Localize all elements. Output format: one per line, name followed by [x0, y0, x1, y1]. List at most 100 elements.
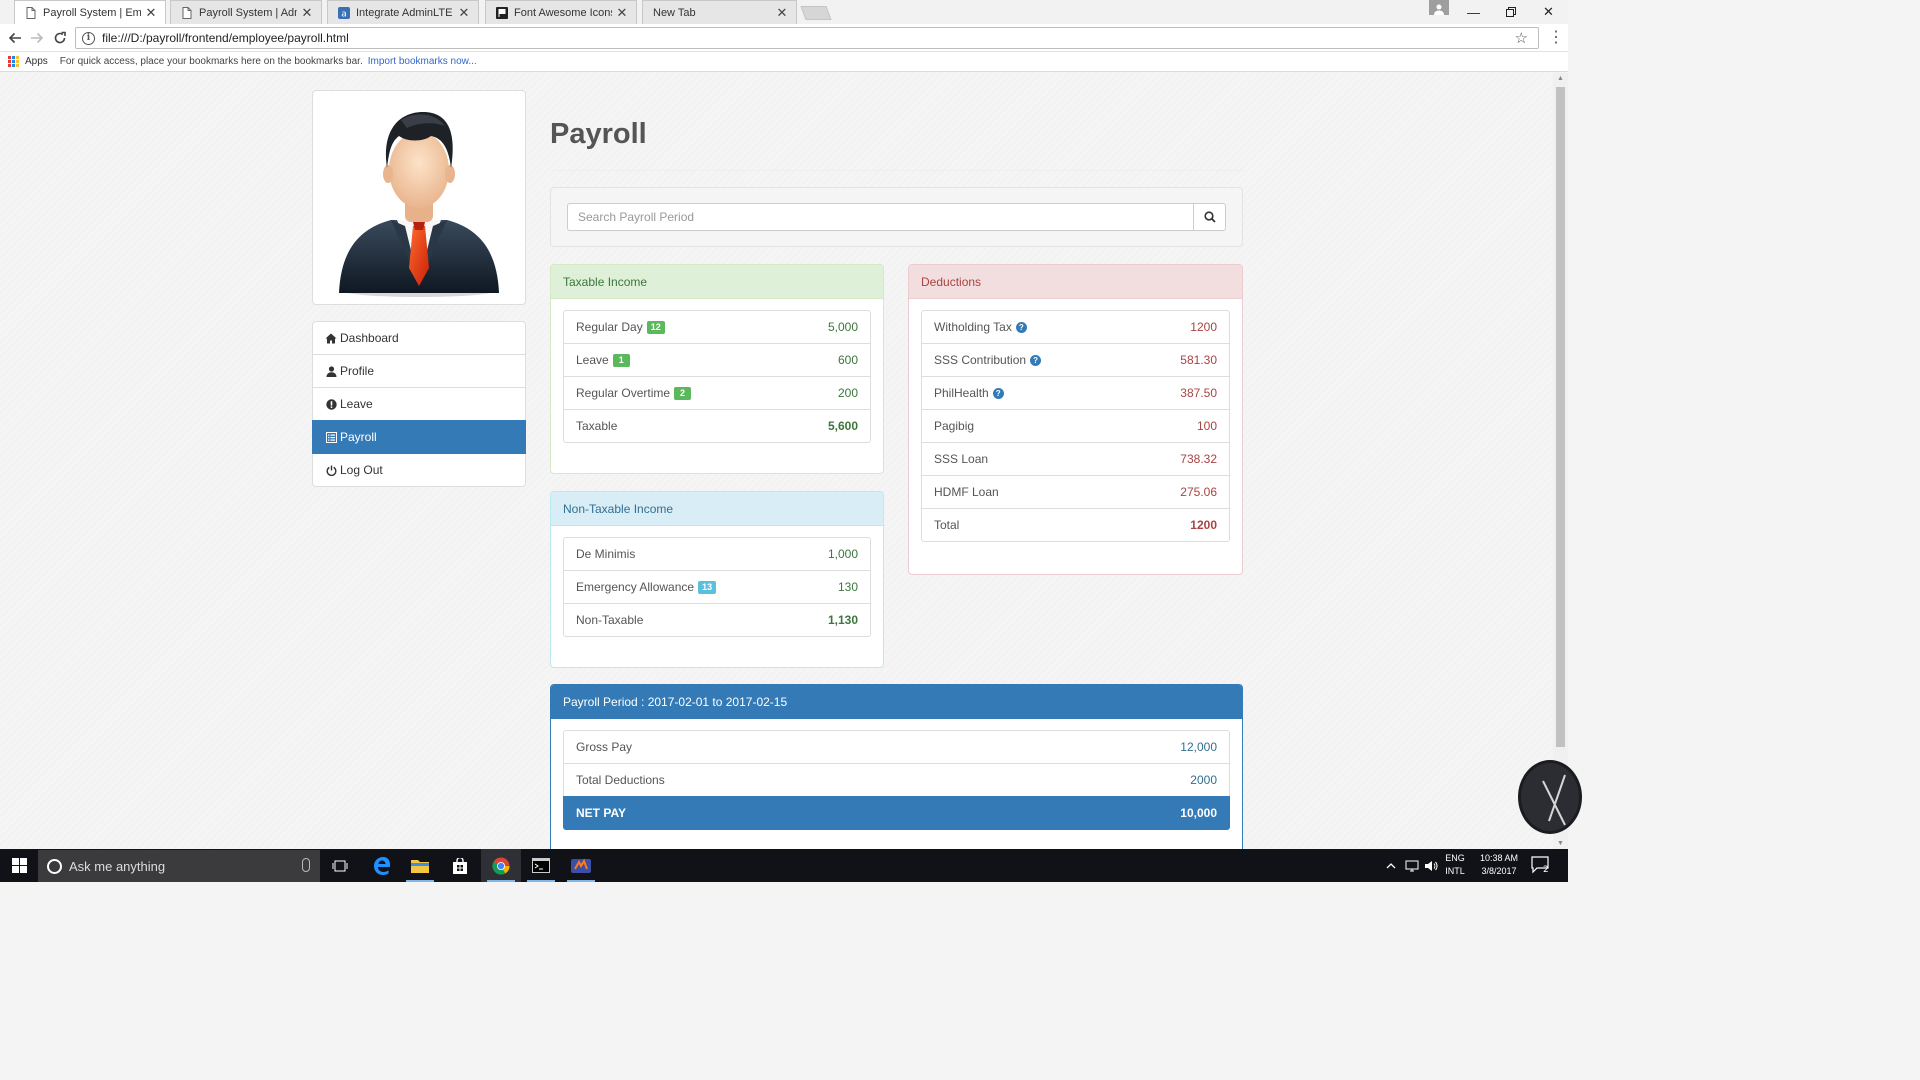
home-icon: [325, 332, 337, 344]
back-arrow-icon[interactable]: [5, 28, 25, 48]
reload-icon[interactable]: [50, 28, 70, 48]
page-info-icon[interactable]: i: [82, 31, 95, 45]
scroll-down-icon[interactable]: ▼: [1557, 840, 1564, 847]
sidebar-item-payroll[interactable]: Payroll: [312, 420, 526, 454]
system-clock[interactable]: 10:38 AM 3/8/2017: [1474, 852, 1524, 878]
file-explorer-icon[interactable]: [400, 849, 440, 882]
panel-heading: Payroll Period : 2017-02-01 to 2017-02-1…: [551, 685, 1242, 719]
payroll-summary-panel: Payroll Period : 2017-02-01 to 2017-02-1…: [550, 684, 1243, 849]
amount: 5,000: [827, 320, 858, 334]
import-bookmarks-link[interactable]: Import bookmarks now...: [368, 56, 477, 67]
browser-menu-icon[interactable]: ⋮: [1548, 28, 1564, 48]
tab-integrate-adminlte[interactable]: a Integrate AdminLTE with ✕: [327, 0, 479, 24]
clock-date: 3/8/2017: [1481, 866, 1517, 876]
amount: 130: [837, 580, 858, 594]
count-badge: 2: [674, 386, 692, 400]
close-tab-icon[interactable]: ✕: [458, 5, 470, 21]
language-indicator[interactable]: ENG INTL: [1440, 852, 1470, 878]
total-row: Total 1200: [921, 508, 1230, 542]
sidebar-item-label: Payroll: [340, 430, 377, 444]
amount: 738.32: [1180, 452, 1217, 466]
scroll-up-icon[interactable]: ▲: [1557, 75, 1564, 82]
non-taxable-income-list: De Minimis 1,000 Emergency Allowance 13 1…: [563, 537, 871, 637]
gross-pay-row: Gross Pay 12,000: [563, 730, 1230, 764]
action-center-icon[interactable]: 2: [1531, 855, 1549, 875]
non-taxable-income-panel: Non-Taxable Income De Minimis 1,000 Emer…: [550, 491, 884, 668]
edge-browser-icon[interactable]: [362, 849, 402, 882]
search-well: [550, 187, 1243, 247]
apps-bookmark[interactable]: Apps: [25, 56, 48, 67]
site-favicon-icon: a: [338, 6, 350, 19]
restore-icon[interactable]: [1492, 0, 1529, 24]
network-icon[interactable]: [1405, 849, 1419, 882]
tab-new-tab[interactable]: New Tab ✕: [642, 0, 797, 24]
url-text: file:///D:/payroll/frontend/employee/pay…: [102, 31, 349, 45]
page-icon: [25, 6, 37, 19]
businessman-avatar-icon: [339, 111, 499, 297]
x-logo-icon: [1542, 774, 1566, 826]
total-row: Non-Taxable 1,130: [563, 603, 871, 637]
task-view-icon[interactable]: [320, 849, 360, 882]
close-tab-icon[interactable]: ✕: [616, 5, 628, 21]
amount: 600: [837, 353, 858, 367]
new-tab-button[interactable]: [800, 6, 832, 20]
tab-font-awesome[interactable]: Font Awesome Icons ✕: [485, 0, 637, 24]
xampp-control-icon[interactable]: [561, 849, 601, 882]
total-deductions-row: Total Deductions 2000: [563, 763, 1230, 797]
close-tab-icon[interactable]: ✕: [145, 5, 157, 21]
show-hidden-icons-icon[interactable]: [1386, 849, 1396, 882]
count-badge: 1: [612, 353, 630, 367]
page-scrollbar[interactable]: ▲ ▼: [1553, 73, 1568, 849]
deductions-list: Witholding Tax? 1200 SSS Contribution? 5…: [921, 310, 1230, 542]
windows-logo-icon: [11, 858, 27, 873]
store-icon[interactable]: [440, 849, 480, 882]
amount: 100: [1196, 419, 1217, 433]
cortana-search-box[interactable]: Ask me anything: [38, 850, 320, 882]
bookmark-star-icon[interactable]: ☆: [1515, 29, 1528, 47]
address-bar[interactable]: i file:///D:/payroll/frontend/employee/p…: [75, 27, 1539, 49]
total-amount: 1,130: [827, 613, 858, 627]
volume-icon[interactable]: [1424, 849, 1438, 882]
svg-text:2: 2: [1543, 865, 1549, 875]
close-window-icon[interactable]: ✕: [1530, 0, 1567, 24]
amount: 200: [837, 386, 858, 400]
sidebar-nav: Dashboard Profile Leave Payroll Log Out: [312, 321, 526, 487]
chrome-icon[interactable]: [481, 849, 521, 882]
minimize-icon[interactable]: —: [1455, 0, 1492, 24]
tab-payroll-admin[interactable]: Payroll System | Administrator ✕: [170, 0, 322, 24]
sidebar-item-dashboard[interactable]: Dashboard: [312, 321, 526, 355]
exclamation-circle-icon: [325, 398, 337, 410]
list-item: Emergency Allowance 13 130: [563, 570, 871, 604]
start-button[interactable]: [0, 849, 38, 882]
title-divider: [550, 170, 1243, 171]
amount: 1,000: [827, 547, 858, 561]
list-item: PhilHealth? 387.50: [921, 376, 1230, 410]
scrollbar-thumb[interactable]: [1556, 87, 1565, 747]
command-prompt-icon[interactable]: [521, 849, 561, 882]
close-tab-icon[interactable]: ✕: [301, 5, 313, 21]
close-tab-icon[interactable]: ✕: [776, 5, 788, 21]
question-circle-icon[interactable]: ?: [1015, 321, 1027, 333]
amount: 2000: [1190, 773, 1217, 787]
sidebar-item-profile[interactable]: Profile: [312, 354, 526, 388]
employee-avatar: [312, 90, 526, 305]
sidebar-item-logout[interactable]: Log Out: [312, 453, 526, 487]
deductions-panel: Deductions Witholding Tax? 1200 SSS Cont…: [908, 264, 1243, 575]
search-button[interactable]: [1193, 203, 1226, 231]
question-circle-icon[interactable]: ?: [992, 387, 1004, 399]
forward-arrow-icon[interactable]: [27, 28, 47, 48]
browser-toolbar: i file:///D:/payroll/frontend/employee/p…: [0, 24, 1568, 52]
microphone-icon[interactable]: [302, 858, 310, 872]
apps-grid-icon[interactable]: [8, 56, 19, 67]
taxable-income-list: Regular Day 12 5,000 Leave 1 600 Regular O…: [563, 310, 871, 443]
tab-payroll-employee[interactable]: Payroll System | Employee ✕: [14, 0, 166, 24]
bookmarks-hint: For quick access, place your bookmarks h…: [59, 56, 363, 67]
page-icon: [181, 6, 193, 19]
sidebar-item-leave[interactable]: Leave: [312, 387, 526, 421]
profile-avatar-icon[interactable]: [1429, 0, 1449, 15]
payroll-period-search-input[interactable]: [567, 203, 1194, 231]
search-icon: [1203, 211, 1216, 223]
amount: 275.06: [1180, 485, 1217, 499]
question-circle-icon[interactable]: ?: [1030, 354, 1042, 366]
floating-app-widget[interactable]: [1518, 760, 1582, 834]
